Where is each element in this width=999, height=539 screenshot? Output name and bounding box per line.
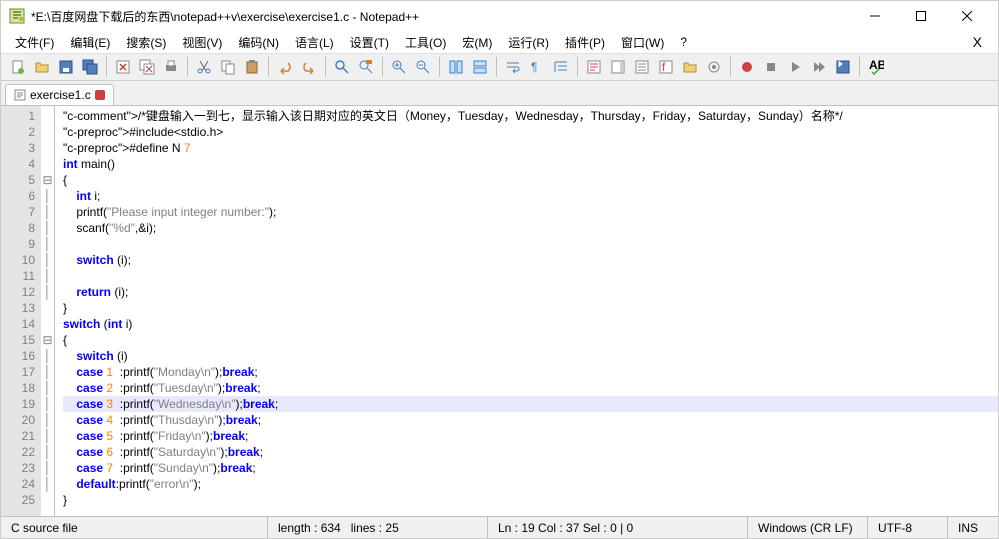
menubar-close-icon[interactable]: X	[963, 34, 992, 50]
docmap-button[interactable]	[607, 56, 629, 78]
statusbar: C source file length : 634 lines : 25 Ln…	[1, 516, 998, 538]
macro-record-button[interactable]	[736, 56, 758, 78]
find-button[interactable]	[331, 56, 353, 78]
print-button[interactable]	[160, 56, 182, 78]
macro-stop-button[interactable]	[760, 56, 782, 78]
status-position: Ln : 19 Col : 37 Sel : 0 | 0	[488, 517, 748, 538]
toolbar-separator	[106, 57, 107, 77]
menu-view[interactable]: 视图(V)	[174, 32, 230, 53]
menu-window[interactable]: 窗口(W)	[613, 32, 672, 53]
zoom-in-button[interactable]	[388, 56, 410, 78]
close-all-button[interactable]	[136, 56, 158, 78]
status-encoding[interactable]: UTF-8	[868, 517, 948, 538]
toolbar-separator	[859, 57, 860, 77]
menu-plugins[interactable]: 插件(P)	[557, 32, 613, 53]
menu-run[interactable]: 运行(R)	[500, 32, 557, 53]
code-area[interactable]: "c-comment">/*键盘输入一到七，显示输入该日期对应的英文日（Mone…	[55, 106, 998, 516]
redo-button[interactable]	[298, 56, 320, 78]
menu-search[interactable]: 搜索(S)	[118, 32, 174, 53]
toolbar-separator	[382, 57, 383, 77]
file-icon	[14, 89, 26, 101]
menubar: 文件(F) 编辑(E) 搜索(S) 视图(V) 编码(N) 语言(L) 设置(T…	[1, 31, 998, 53]
tab-bar: exercise1.c	[1, 81, 998, 105]
udl-button[interactable]	[583, 56, 605, 78]
new-file-button[interactable]	[7, 56, 29, 78]
status-length: length : 634 lines : 25	[268, 517, 488, 538]
menu-edit[interactable]: 编辑(E)	[62, 32, 118, 53]
funclist-button[interactable]: f	[655, 56, 677, 78]
menu-tools[interactable]: 工具(O)	[397, 32, 454, 53]
window-title: *E:\百度网盘下载后的东西\notepad++v\exercise\exerc…	[31, 8, 852, 25]
doclist-button[interactable]	[631, 56, 653, 78]
svg-text:¶: ¶	[531, 60, 537, 74]
show-all-chars-button[interactable]: ¶	[526, 56, 548, 78]
menu-file[interactable]: 文件(F)	[7, 32, 62, 53]
toolbar-separator	[577, 57, 578, 77]
macro-save-button[interactable]	[832, 56, 854, 78]
save-button[interactable]	[55, 56, 77, 78]
toolbar-separator	[187, 57, 188, 77]
toolbar-separator	[496, 57, 497, 77]
sync-h-button[interactable]	[469, 56, 491, 78]
status-filetype: C source file	[1, 517, 268, 538]
status-eol[interactable]: Windows (CR LF)	[748, 517, 868, 538]
app-icon	[9, 8, 25, 24]
zoom-out-button[interactable]	[412, 56, 434, 78]
tab-exercise1[interactable]: exercise1.c	[5, 84, 114, 105]
macro-play-button[interactable]	[784, 56, 806, 78]
status-mode[interactable]: INS	[948, 517, 998, 538]
minimize-button[interactable]	[852, 1, 898, 31]
toolbar-separator	[439, 57, 440, 77]
toolbar-separator	[325, 57, 326, 77]
copy-button[interactable]	[217, 56, 239, 78]
menu-macro[interactable]: 宏(M)	[454, 32, 500, 53]
spellcheck-button[interactable]: ABC	[865, 56, 887, 78]
close-file-button[interactable]	[112, 56, 134, 78]
indent-guide-button[interactable]	[550, 56, 572, 78]
macro-play-multi-button[interactable]	[808, 56, 830, 78]
toolbar-separator	[730, 57, 731, 77]
editor[interactable]: 1234567891011121314151617181920212223242…	[1, 105, 998, 516]
svg-text:ABC: ABC	[869, 59, 884, 72]
open-file-button[interactable]	[31, 56, 53, 78]
save-all-button[interactable]	[79, 56, 101, 78]
tab-label: exercise1.c	[30, 88, 91, 102]
replace-button[interactable]	[355, 56, 377, 78]
paste-button[interactable]	[241, 56, 263, 78]
folder-workspace-button[interactable]	[679, 56, 701, 78]
titlebar: *E:\百度网盘下载后的东西\notepad++v\exercise\exerc…	[1, 1, 998, 31]
menu-language[interactable]: 语言(L)	[287, 32, 342, 53]
unsaved-indicator-icon	[95, 90, 105, 100]
sync-v-button[interactable]	[445, 56, 467, 78]
monitoring-button[interactable]	[703, 56, 725, 78]
toolbar: ¶ f ABC	[1, 53, 998, 81]
menu-encoding[interactable]: 编码(N)	[230, 32, 287, 53]
maximize-button[interactable]	[898, 1, 944, 31]
menu-settings[interactable]: 设置(T)	[342, 32, 397, 53]
fold-column[interactable]: ⊟│││││││⊟│││││││││	[41, 106, 55, 516]
undo-button[interactable]	[274, 56, 296, 78]
cut-button[interactable]	[193, 56, 215, 78]
wordwrap-button[interactable]	[502, 56, 524, 78]
line-numbers: 1234567891011121314151617181920212223242…	[1, 106, 41, 516]
toolbar-separator	[268, 57, 269, 77]
menu-help[interactable]: ?	[672, 33, 695, 51]
close-button[interactable]	[944, 1, 990, 31]
